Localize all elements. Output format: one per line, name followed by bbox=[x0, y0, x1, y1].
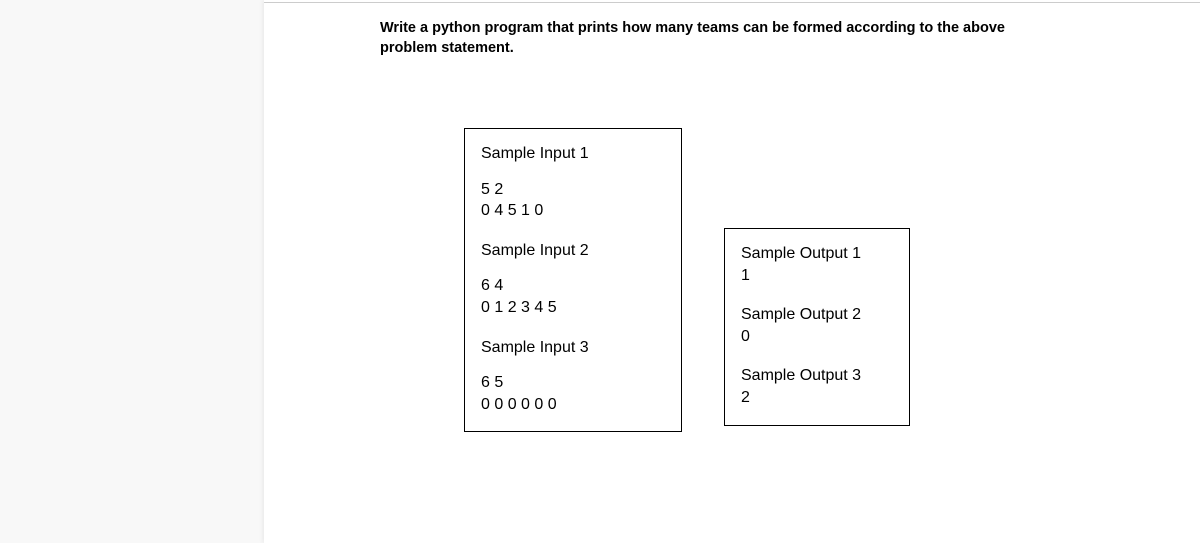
page-margin-left bbox=[0, 0, 264, 543]
sample-input-header: Sample Input 1 bbox=[481, 143, 665, 165]
sample-output-block: Sample Output 1 1 bbox=[741, 243, 893, 286]
sample-input-data: 6 50 0 0 0 0 0 bbox=[481, 372, 665, 415]
sample-input-header: Sample Input 3 bbox=[481, 337, 665, 359]
samples-container: Sample Input 1 5 20 4 5 1 0 Sample Input… bbox=[464, 128, 910, 432]
sample-output-header: Sample Output 3 bbox=[741, 365, 893, 387]
sample-input-data: 6 40 1 2 3 4 5 bbox=[481, 275, 665, 318]
sample-input-data: 5 20 4 5 1 0 bbox=[481, 179, 665, 222]
horizontal-rule bbox=[264, 2, 1200, 3]
sample-input-box: Sample Input 1 5 20 4 5 1 0 Sample Input… bbox=[464, 128, 682, 432]
sample-input-block: Sample Input 2 6 40 1 2 3 4 5 bbox=[481, 240, 665, 319]
document-page: Write a python program that prints how m… bbox=[264, 0, 1200, 543]
sample-output-block: Sample Output 2 0 bbox=[741, 304, 893, 347]
sample-output-block: Sample Output 3 2 bbox=[741, 365, 893, 408]
sample-output-header: Sample Output 2 bbox=[741, 304, 893, 326]
sample-input-block: Sample Input 1 5 20 4 5 1 0 bbox=[481, 143, 665, 222]
sample-input-block: Sample Input 3 6 50 0 0 0 0 0 bbox=[481, 337, 665, 416]
sample-output-header: Sample Output 1 bbox=[741, 243, 893, 265]
problem-statement: Write a python program that prints how m… bbox=[380, 19, 1060, 58]
sample-input-header: Sample Input 2 bbox=[481, 240, 665, 262]
sample-output-box: Sample Output 1 1 Sample Output 2 0 Samp… bbox=[724, 228, 910, 426]
sample-output-value: 1 bbox=[741, 265, 893, 287]
sample-output-value: 0 bbox=[741, 326, 893, 348]
sample-output-value: 2 bbox=[741, 387, 893, 409]
